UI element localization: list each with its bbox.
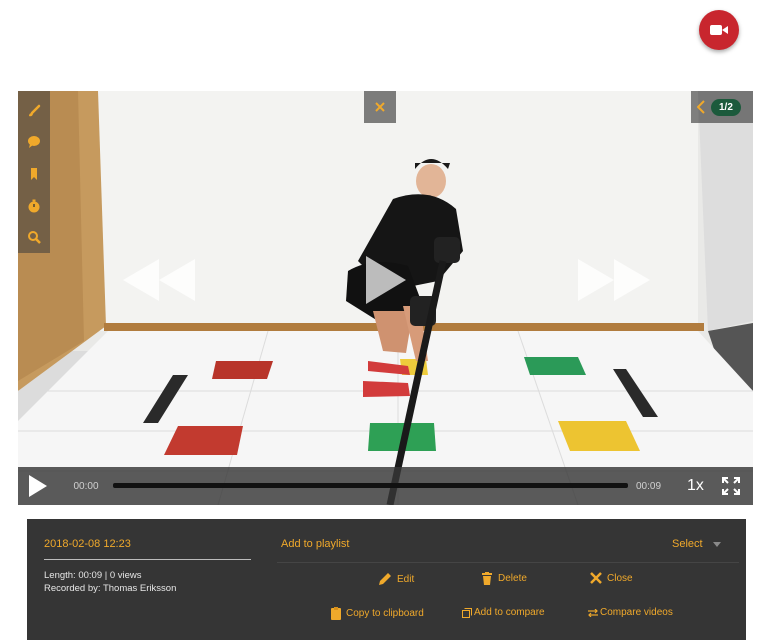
video-meta: Length: 00:09 | 0 views Recorded by: Tho… [44, 569, 176, 595]
add-to-playlist-link[interactable]: Add to playlist [281, 538, 349, 550]
close-icon [375, 102, 385, 112]
video-control-bar: 00:00 00:09 1x [18, 467, 753, 505]
fast-forward-icon[interactable] [578, 259, 650, 301]
clipboard-icon [331, 607, 341, 620]
record-video-button[interactable] [699, 10, 739, 50]
duration: 00:09 [636, 480, 662, 492]
fullscreen-icon[interactable] [722, 477, 740, 495]
zoom-tool[interactable] [18, 221, 50, 253]
recording-date: 2018-02-08 12:23 [44, 538, 131, 550]
select-label: Select [672, 538, 703, 550]
caret-down-icon [712, 541, 721, 547]
delete-label: Delete [498, 573, 527, 584]
compare-videos-button[interactable]: Compare videos [588, 607, 673, 618]
edit-button[interactable]: Edit [378, 572, 414, 586]
magnifier-icon [28, 231, 41, 245]
seek-bar[interactable] [113, 483, 628, 488]
brush-tool[interactable] [18, 95, 50, 127]
close-button[interactable]: Close [590, 572, 633, 584]
trash-icon [482, 572, 492, 585]
panel-divider [277, 562, 739, 563]
stopwatch-icon [28, 199, 40, 213]
chevron-left-icon[interactable] [697, 100, 705, 114]
compare-videos-label: Compare videos [600, 607, 673, 618]
play-icon [29, 475, 47, 497]
speech-bubble-icon [28, 136, 40, 149]
play-button[interactable] [18, 467, 58, 505]
close-icon [590, 572, 602, 584]
brush-icon [29, 104, 41, 117]
rewind-icon[interactable] [123, 259, 195, 301]
video-camera-icon [710, 25, 728, 35]
add-to-compare-label: Add to compare [474, 607, 545, 618]
swap-icon [588, 608, 598, 617]
play-large-icon[interactable] [366, 256, 406, 304]
video-pager: 1/2 [691, 91, 753, 123]
bookmark-icon [31, 167, 37, 180]
annotation-toolbar [18, 91, 50, 253]
date-underline [44, 559, 251, 560]
copy-label: Copy to clipboard [346, 608, 424, 619]
compare-box-icon [462, 607, 472, 618]
edit-label: Edit [397, 573, 415, 585]
pencil-icon [379, 573, 391, 585]
delete-button[interactable]: Delete [481, 572, 527, 585]
pager-count: 1/2 [711, 98, 741, 116]
bookmark-tool[interactable] [18, 158, 50, 190]
playlist-select[interactable]: Select [672, 538, 721, 550]
video-length: Length: 00:09 | 0 views [44, 570, 142, 581]
recorded-by: Recorded by: Thomas Eriksson [44, 583, 177, 594]
current-time: 00:00 [73, 480, 99, 492]
close-label: Close [607, 572, 633, 584]
comment-tool[interactable] [18, 127, 50, 159]
copy-to-clipboard-button[interactable]: Copy to clipboard [331, 607, 424, 620]
video-info-panel: 2018-02-08 12:23 Length: 00:09 | 0 views… [27, 519, 746, 640]
timer-tool[interactable] [18, 190, 50, 222]
close-overlay-button[interactable] [364, 91, 396, 123]
video-player[interactable]: 1/2 00:00 00:09 1x [18, 91, 753, 505]
add-to-compare-button[interactable]: Add to compare [462, 607, 545, 618]
playback-speed[interactable]: 1x [687, 477, 704, 495]
